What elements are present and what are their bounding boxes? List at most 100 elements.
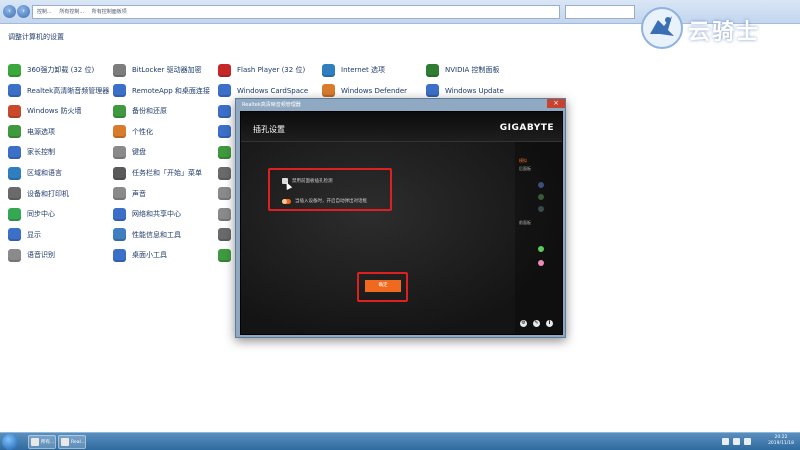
control-panel-item-icon bbox=[8, 63, 21, 77]
control-panel-item-icon bbox=[218, 145, 231, 159]
side-label-rear: 后面板 bbox=[519, 166, 531, 171]
page-title: 调整计算机的设置 bbox=[8, 33, 64, 41]
brand-logo: GIGABYTE bbox=[499, 123, 554, 133]
control-panel-item-icon bbox=[8, 207, 21, 221]
control-panel-item[interactable]: 显示 bbox=[8, 227, 41, 243]
control-panel-item[interactable]: Flash Player (32 位) bbox=[218, 62, 305, 78]
control-panel-item-label: 网络和共享中心 bbox=[132, 210, 181, 219]
control-panel-item-icon bbox=[8, 125, 21, 139]
control-panel-item[interactable]: BitLocker 驱动器加密 bbox=[113, 62, 202, 78]
control-panel-item-icon bbox=[426, 84, 439, 98]
highlight-box-options bbox=[268, 168, 392, 211]
control-panel-item-icon bbox=[218, 187, 231, 201]
front-jack-green-icon[interactable] bbox=[538, 246, 544, 252]
control-panel-item[interactable]: 语音识别 bbox=[8, 247, 55, 263]
control-panel-item[interactable]: 性能信息和工具 bbox=[113, 227, 181, 243]
rear-jack-icon[interactable] bbox=[538, 206, 544, 212]
control-panel-item[interactable]: NVIDIA 控制面板 bbox=[426, 62, 500, 78]
tools-icon[interactable]: ✎ bbox=[533, 320, 540, 327]
control-panel-item[interactable]: Windows CardSpace bbox=[218, 83, 308, 99]
control-panel-item[interactable]: 同步中心 bbox=[8, 206, 55, 222]
rear-jack-icon[interactable] bbox=[538, 182, 544, 188]
control-panel-item[interactable]: 360强力卸载 (32 位) bbox=[8, 62, 94, 78]
control-panel-item-icon bbox=[218, 63, 231, 77]
close-icon[interactable]: × bbox=[547, 99, 565, 108]
control-panel-item[interactable]: 个性化 bbox=[113, 124, 153, 140]
control-panel-item-icon bbox=[8, 187, 21, 201]
front-jack-pink-icon[interactable] bbox=[538, 260, 544, 266]
breadcrumb-3[interactable]: 所有控制面板项 bbox=[92, 9, 127, 15]
app-header: 插孔设置 GIGABYTE bbox=[241, 112, 562, 142]
control-panel-item[interactable]: Windows 防火墙 bbox=[8, 103, 81, 119]
control-panel-item[interactable]: 任务栏和「开始」菜单 bbox=[113, 165, 202, 181]
control-panel-item[interactable]: Realtek高清晰音频管理器 bbox=[8, 83, 109, 99]
control-panel-item-icon bbox=[426, 63, 439, 77]
control-panel-item-label: 键盘 bbox=[132, 148, 146, 157]
side-label-analog: 模拟 bbox=[519, 158, 527, 163]
control-panel-item[interactable]: 声音 bbox=[113, 186, 146, 202]
control-panel-item-label: Windows 防火墙 bbox=[27, 107, 82, 116]
app-title: 插孔设置 bbox=[253, 125, 285, 134]
control-panel-item[interactable]: Internet 选项 bbox=[322, 62, 385, 78]
dialog-window-title: Realtek高清晰音频管理器 bbox=[242, 102, 301, 108]
forward-button[interactable]: › bbox=[17, 5, 30, 18]
control-panel-item-icon bbox=[113, 125, 126, 139]
control-panel-item-icon bbox=[8, 228, 21, 242]
control-panel-item-label: Windows Update bbox=[445, 86, 504, 95]
control-panel-item-icon bbox=[113, 228, 126, 242]
highlight-box-ok bbox=[357, 272, 408, 302]
control-panel-item[interactable]: 电源选项 bbox=[8, 124, 55, 140]
volume-icon[interactable] bbox=[744, 438, 751, 445]
control-panel-item[interactable]: 键盘 bbox=[113, 144, 146, 160]
control-panel-item-icon bbox=[322, 84, 335, 98]
gear-icon[interactable]: ⚙ bbox=[520, 320, 527, 327]
info-icon[interactable]: i bbox=[546, 320, 553, 327]
control-panel-item[interactable]: 网络和共享中心 bbox=[113, 206, 181, 222]
control-panel-item-icon bbox=[8, 145, 21, 159]
taskbar-item-control-panel[interactable]: 所有... bbox=[28, 435, 56, 449]
control-panel-item-icon bbox=[113, 104, 126, 118]
control-panel-item-icon bbox=[322, 63, 335, 77]
clock[interactable]: 20:22 2019/11/18 bbox=[768, 435, 794, 447]
control-panel-item[interactable]: 区域和语言 bbox=[8, 165, 62, 181]
control-panel-item[interactable]: Windows Update bbox=[426, 83, 504, 99]
control-panel-item[interactable]: 备份和还原 bbox=[113, 103, 167, 119]
control-panel-item-icon bbox=[8, 104, 21, 118]
control-panel-item-icon bbox=[218, 125, 231, 139]
control-panel-item-label: 显示 bbox=[27, 230, 41, 239]
network-icon[interactable] bbox=[733, 438, 740, 445]
control-panel-item-label: 个性化 bbox=[132, 127, 153, 136]
control-panel-item-icon bbox=[218, 104, 231, 118]
control-panel-item[interactable]: 设备和打印机 bbox=[8, 186, 69, 202]
side-label-front: 前面板 bbox=[519, 220, 531, 225]
address-input[interactable]: 控制... 所有控制... 所有控制面板项 bbox=[32, 5, 560, 19]
control-panel-item-icon bbox=[113, 84, 126, 98]
start-button[interactable] bbox=[2, 434, 18, 450]
control-panel-item-label: Flash Player (32 位) bbox=[237, 66, 306, 74]
control-panel-item[interactable]: 家长控制 bbox=[8, 144, 55, 160]
control-panel-item[interactable]: RemoteApp 和桌面连接 bbox=[113, 83, 210, 99]
control-panel-item-label: 桌面小工具 bbox=[132, 251, 167, 260]
control-panel-item-label: Windows CardSpace bbox=[237, 86, 309, 95]
control-panel-item-label: 任务栏和「开始」菜单 bbox=[132, 169, 202, 177]
control-panel-item-icon bbox=[218, 207, 231, 221]
control-panel-item-label: 360强力卸载 (32 位) bbox=[27, 66, 95, 74]
back-button[interactable]: ‹ bbox=[3, 5, 16, 18]
control-panel-item[interactable]: 桌面小工具 bbox=[113, 247, 167, 263]
control-panel-item-label: 同步中心 bbox=[27, 210, 55, 219]
breadcrumb-1[interactable]: 控制... bbox=[37, 9, 52, 15]
control-panel-item-icon bbox=[113, 166, 126, 180]
tray-icon[interactable] bbox=[722, 438, 729, 445]
search-input[interactable] bbox=[565, 5, 635, 19]
knight-logo-icon bbox=[641, 7, 683, 49]
taskbar-item-realtek[interactable]: Real... bbox=[58, 435, 86, 449]
rear-jack-icon[interactable] bbox=[538, 194, 544, 200]
logo-text: 云骑士 bbox=[688, 20, 761, 45]
control-panel-item[interactable]: Windows Defender bbox=[322, 83, 407, 99]
control-panel-item-icon bbox=[113, 248, 126, 262]
breadcrumb-2[interactable]: 所有控制... bbox=[59, 9, 84, 15]
control-panel-item-icon bbox=[113, 145, 126, 159]
control-panel-item-label: 备份和还原 bbox=[132, 107, 167, 116]
realtek-icon bbox=[61, 438, 69, 446]
watermark-logo: 云骑士 bbox=[638, 4, 800, 54]
